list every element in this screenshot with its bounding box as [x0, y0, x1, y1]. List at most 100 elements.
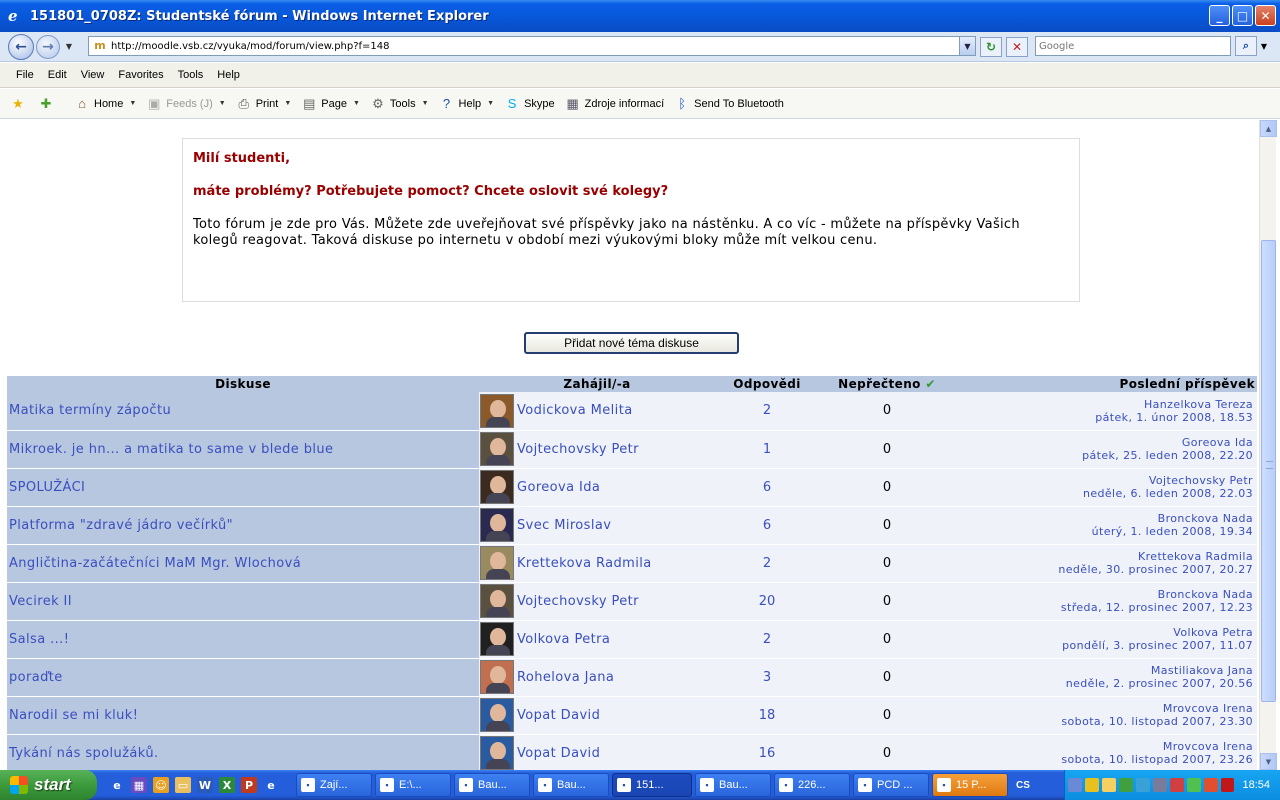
replies-link[interactable]: 6 — [715, 506, 819, 545]
stop-button[interactable]: ✕ — [1006, 37, 1028, 57]
topic-link[interactable]: Tykání nás spolužáků. — [7, 734, 479, 770]
tray-skype-icon[interactable] — [1135, 778, 1150, 792]
avatar[interactable] — [480, 660, 514, 694]
forward-button[interactable]: → — [36, 34, 60, 59]
minimize-button[interactable]: _ — [1209, 5, 1230, 26]
window-title-bar[interactable]: e 151801_0708Z: Studentské fórum - Windo… — [0, 0, 1280, 32]
scroll-up-button[interactable]: ▲ — [1260, 120, 1277, 137]
quicklaunch-excel-icon[interactable]: X — [219, 777, 235, 793]
last-post-date[interactable]: pondělí, 3. prosinec 2007, 11.07 — [955, 639, 1253, 652]
starter-link[interactable]: Goreova Ida — [515, 468, 715, 507]
maximize-button[interactable]: □ — [1232, 5, 1253, 26]
quicklaunch-ie-icon[interactable]: e — [109, 777, 125, 793]
quicklaunch-messenger-icon[interactable]: ☺ — [153, 777, 169, 793]
tray-alert-icon[interactable] — [1169, 778, 1184, 792]
taskbar-task[interactable]: ▪ 151... — [612, 773, 692, 797]
avatar[interactable] — [480, 622, 514, 656]
starter-link[interactable]: Krettekova Radmila — [515, 544, 715, 583]
replies-link[interactable]: 20 — [715, 582, 819, 621]
address-dropdown-button[interactable]: ▼ — [959, 37, 975, 55]
print-dropdown-icon[interactable]: ▼ — [284, 100, 291, 107]
last-post-author[interactable]: Hanzelkova Tereza — [955, 398, 1253, 411]
menu-tools[interactable]: Tools — [178, 69, 204, 81]
quicklaunch-folder-icon[interactable]: ▭ — [175, 777, 191, 793]
starter-link[interactable]: Vodickova Melita — [515, 392, 715, 431]
search-field[interactable] — [1035, 36, 1231, 56]
replies-link[interactable]: 1 — [715, 430, 819, 469]
add-topic-button[interactable]: Přidat nové téma diskuse — [524, 332, 739, 354]
tray-z-icon[interactable] — [1203, 778, 1218, 792]
last-post-author[interactable]: Bronckova Nada — [955, 588, 1253, 601]
close-button[interactable]: ✕ — [1255, 5, 1276, 26]
topic-link[interactable]: Salsa ...! — [7, 620, 479, 659]
topic-link[interactable]: SPOLUŽÁCI — [7, 468, 479, 507]
last-post-date[interactable]: sobota, 10. listopad 2007, 23.26 — [955, 753, 1253, 766]
starter-link[interactable]: Vojtechovsky Petr — [515, 582, 715, 621]
feeds-dropdown-icon[interactable]: ▼ — [219, 100, 226, 107]
language-indicator[interactable]: CS — [1016, 780, 1030, 791]
last-post-date[interactable]: neděle, 6. leden 2008, 22.03 — [955, 487, 1253, 500]
feeds-button[interactable]: ▣ Feeds (J) ▼ — [146, 96, 226, 112]
zdroje-button[interactable]: ▦ Zdroje informací — [565, 96, 665, 112]
topic-link[interactable]: Vecirek II — [7, 582, 479, 621]
last-post-date[interactable]: sobota, 10. listopad 2007, 23.30 — [955, 715, 1253, 728]
last-post-date[interactable]: středa, 12. prosinec 2007, 12.23 — [955, 601, 1253, 614]
refresh-button[interactable]: ↻ — [980, 37, 1002, 57]
last-post-author[interactable]: Mrovcova Irena — [955, 740, 1253, 753]
starter-link[interactable]: Volkova Petra — [515, 620, 715, 659]
taskbar-task[interactable]: ▪ 226... — [774, 773, 850, 797]
replies-link[interactable]: 6 — [715, 468, 819, 507]
replies-link[interactable]: 2 — [715, 620, 819, 659]
last-post-author[interactable]: Bronckova Nada — [955, 512, 1253, 525]
last-post-author[interactable]: Volkova Petra — [955, 626, 1253, 639]
search-input[interactable] — [1036, 37, 1226, 55]
menu-favorites[interactable]: Favorites — [118, 69, 163, 81]
taskbar-task[interactable]: ▪ Bau... — [695, 773, 771, 797]
help-button[interactable]: ? Help ▼ — [439, 96, 494, 112]
tray-app-icon[interactable] — [1101, 778, 1116, 792]
taskbar-task[interactable]: ▪ PCD ... — [853, 773, 929, 797]
topic-link[interactable]: Angličtina-začátečníci MaM Mgr. Wlochová — [7, 544, 479, 583]
avatar[interactable] — [480, 584, 514, 618]
scroll-down-button[interactable]: ▼ — [1260, 753, 1277, 770]
back-button[interactable]: ← — [8, 33, 34, 60]
security-icon[interactable] — [1084, 778, 1099, 792]
starter-link[interactable]: Rohelova Jana — [515, 658, 715, 697]
taskbar-task[interactable]: ▪ Zají... — [296, 773, 372, 797]
vertical-scrollbar[interactable]: ▲ ▼ — [1259, 120, 1277, 770]
last-post-author[interactable]: Mastiliakova Jana — [955, 664, 1253, 677]
avatar[interactable] — [480, 432, 514, 466]
clock[interactable]: 18:54 — [1242, 779, 1270, 791]
menu-edit[interactable]: Edit — [48, 69, 67, 81]
topic-link[interactable]: Narodil se mi kluk! — [7, 696, 479, 735]
replies-link[interactable]: 3 — [715, 658, 819, 697]
avatar[interactable] — [480, 393, 514, 428]
scrollbar-thumb[interactable] — [1261, 240, 1276, 702]
quicklaunch-ie2-icon[interactable]: e — [263, 777, 279, 793]
avatar[interactable] — [480, 546, 514, 580]
print-button[interactable]: ⎙ Print ▼ — [236, 96, 291, 112]
replies-link[interactable]: 18 — [715, 696, 819, 735]
quicklaunch-app-icon[interactable]: ▦ — [131, 777, 147, 793]
taskbar-task[interactable]: ▪ Bau... — [533, 773, 609, 797]
page-dropdown-icon[interactable]: ▼ — [353, 100, 360, 107]
last-post-author[interactable]: Vojtechovsky Petr — [955, 474, 1253, 487]
quicklaunch-word-icon[interactable]: W — [197, 777, 213, 793]
last-post-date[interactable]: neděle, 2. prosinec 2007, 20.56 — [955, 677, 1253, 690]
favorites-center-button[interactable]: ★ — [10, 96, 30, 112]
menu-file[interactable]: File — [16, 69, 34, 81]
taskbar-task[interactable]: ▪ 15 P... — [932, 773, 1008, 797]
avatar[interactable] — [480, 736, 514, 770]
network-icon[interactable] — [1067, 778, 1082, 792]
tray-green-icon[interactable] — [1118, 778, 1133, 792]
last-post-author[interactable]: Goreova Ida — [955, 436, 1253, 449]
avatar[interactable] — [480, 698, 514, 732]
topic-link[interactable]: Platforma "zdravé jádro večírků" — [7, 506, 479, 545]
search-button[interactable]: ⌕ — [1235, 36, 1257, 56]
last-post-date[interactable]: pátek, 25. leden 2008, 22.20 — [955, 449, 1253, 462]
address-url[interactable]: http://moodle.vsb.cz/vyuka/mod/forum/vie… — [111, 41, 390, 52]
topic-link[interactable]: Matika termíny zápočtu — [7, 392, 479, 431]
home-dropdown-icon[interactable]: ▼ — [129, 100, 136, 107]
tools-dropdown-icon[interactable]: ▼ — [422, 100, 429, 107]
topic-link[interactable]: poraďte — [7, 658, 479, 697]
